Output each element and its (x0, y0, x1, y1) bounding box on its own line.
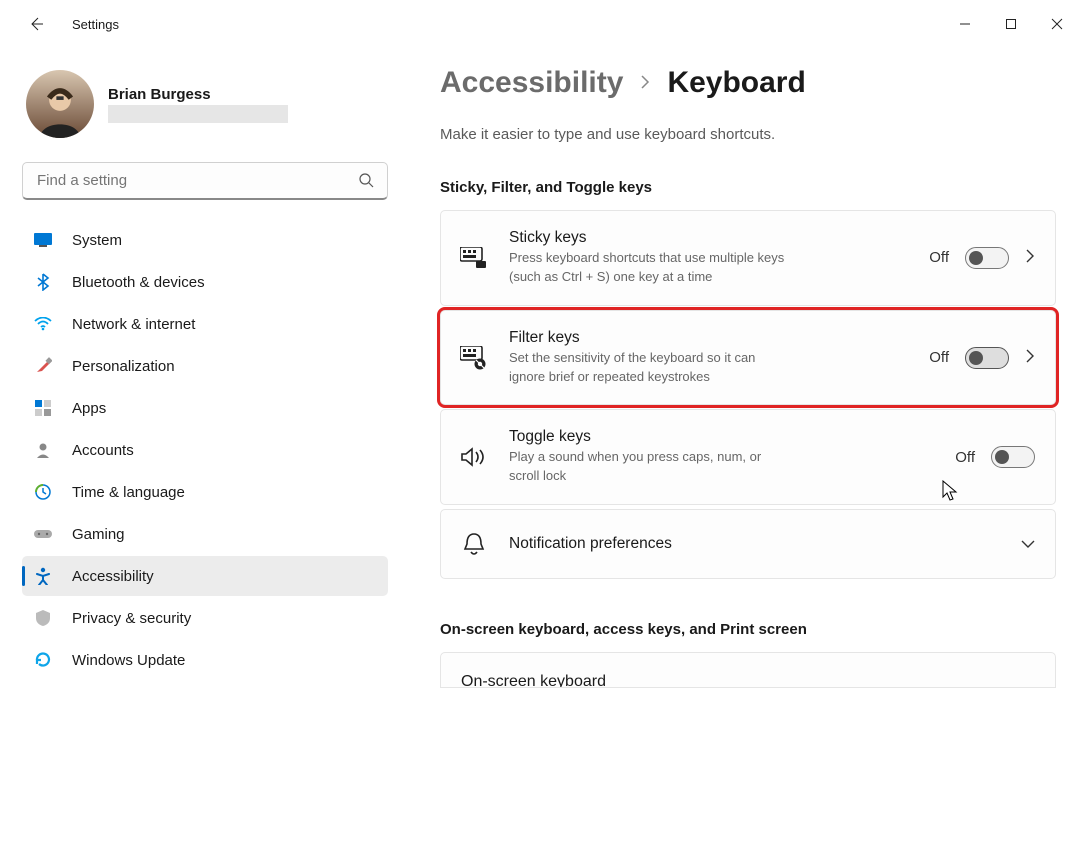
chevron-down-icon (1021, 536, 1035, 552)
nav-label: Network & internet (72, 316, 195, 333)
sidebar-item-bluetooth[interactable]: Bluetooth & devices (22, 262, 388, 302)
bluetooth-icon (34, 273, 52, 291)
card-desc: Play a sound when you press caps, num, o… (509, 448, 789, 486)
sidebar-item-personalization[interactable]: Personalization (22, 346, 388, 386)
nav-label: System (72, 232, 122, 249)
profile-email-redacted (108, 105, 288, 123)
sidebar-item-gaming[interactable]: Gaming (22, 514, 388, 554)
sidebar-item-accessibility[interactable]: Accessibility (22, 556, 388, 596)
breadcrumb: Accessibility Keyboard (440, 66, 1056, 100)
apps-icon (34, 399, 52, 417)
card-desc: Press keyboard shortcuts that use multip… (509, 249, 789, 287)
app-title: Settings (72, 17, 119, 32)
card-notification-preferences[interactable]: Notification preferences (440, 509, 1056, 579)
clock-icon (34, 483, 52, 501)
nav-label: Apps (72, 400, 106, 417)
minimize-button[interactable] (942, 8, 988, 40)
card-desc: Set the sensitivity of the keyboard so i… (509, 349, 789, 387)
card-title: Notification preferences (509, 535, 1001, 553)
sidebar-item-network[interactable]: Network & internet (22, 304, 388, 344)
nav-label: Gaming (72, 526, 125, 543)
section-title-keys: Sticky, Filter, and Toggle keys (440, 179, 1056, 196)
chevron-right-icon (1025, 349, 1035, 366)
bell-icon (459, 532, 489, 556)
system-icon (34, 231, 52, 249)
sidebar-item-time[interactable]: Time & language (22, 472, 388, 512)
page-subtitle: Make it easier to type and use keyboard … (440, 126, 1056, 143)
toggle-state-label: Off (929, 349, 949, 366)
back-button[interactable] (22, 10, 50, 38)
accessibility-icon (34, 567, 52, 585)
chevron-right-icon (639, 74, 651, 93)
nav-label: Accounts (72, 442, 134, 459)
toggle-keys-toggle[interactable] (991, 446, 1035, 468)
sidebar-item-update[interactable]: Windows Update (22, 640, 388, 680)
sidebar-item-system[interactable]: System (22, 220, 388, 260)
filter-keys-toggle[interactable] (965, 347, 1009, 369)
card-sticky-keys[interactable]: Sticky keys Press keyboard shortcuts tha… (440, 210, 1056, 306)
sidebar-item-privacy[interactable]: Privacy & security (22, 598, 388, 638)
keyboard-filter-icon (459, 346, 489, 370)
section-title-onscreen: On-screen keyboard, access keys, and Pri… (440, 621, 1056, 638)
keyboard-icon (459, 247, 489, 269)
card-title: Filter keys (509, 329, 909, 347)
card-on-screen-keyboard[interactable]: On-screen keyboard (440, 652, 1056, 688)
card-title: Sticky keys (509, 229, 909, 247)
gamepad-icon (34, 525, 52, 543)
search-input[interactable] (22, 162, 388, 200)
card-title: On-screen keyboard (461, 673, 606, 688)
sidebar-item-apps[interactable]: Apps (22, 388, 388, 428)
nav-label: Bluetooth & devices (72, 274, 205, 291)
sidebar: Brian Burgess System Bluetooth & devices… (22, 62, 412, 853)
person-icon (34, 441, 52, 459)
nav-label: Personalization (72, 358, 175, 375)
chevron-right-icon (1025, 249, 1035, 266)
brush-icon (34, 357, 52, 375)
sound-icon (459, 447, 489, 467)
avatar (26, 70, 94, 138)
update-icon (34, 651, 52, 669)
content-area: Accessibility Keyboard Make it easier to… (412, 62, 1080, 853)
nav-label: Accessibility (72, 568, 154, 585)
toggle-state-label: Off (955, 449, 975, 466)
search-container (22, 162, 388, 200)
card-filter-keys[interactable]: Filter keys Set the sensitivity of the k… (440, 310, 1056, 406)
maximize-button[interactable] (988, 8, 1034, 40)
profile-block[interactable]: Brian Burgess (22, 62, 388, 162)
nav-label: Privacy & security (72, 610, 191, 627)
card-title: Toggle keys (509, 428, 935, 446)
search-icon (358, 172, 374, 191)
nav-list: System Bluetooth & devices Network & int… (22, 218, 388, 680)
shield-icon (34, 609, 52, 627)
card-toggle-keys[interactable]: Toggle keys Play a sound when you press … (440, 409, 1056, 505)
profile-name: Brian Burgess (108, 86, 288, 103)
wifi-icon (34, 315, 52, 333)
sticky-keys-toggle[interactable] (965, 247, 1009, 269)
breadcrumb-parent[interactable]: Accessibility (440, 66, 623, 100)
sidebar-item-accounts[interactable]: Accounts (22, 430, 388, 470)
nav-label: Time & language (72, 484, 185, 501)
nav-label: Windows Update (72, 652, 185, 669)
close-button[interactable] (1034, 8, 1080, 40)
toggle-state-label: Off (929, 249, 949, 266)
breadcrumb-current: Keyboard (667, 66, 805, 100)
